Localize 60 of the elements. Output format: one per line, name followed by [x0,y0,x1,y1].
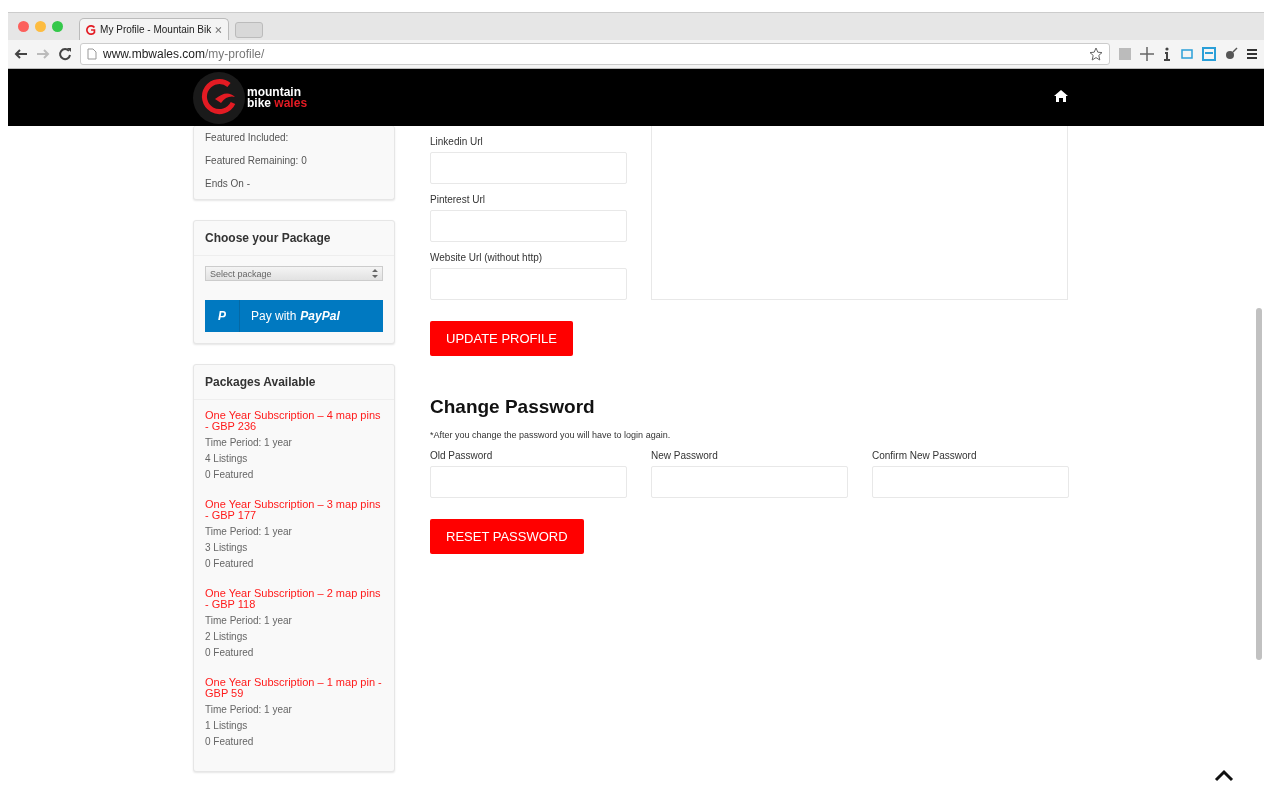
card-title: Choose your Package [194,221,394,256]
maximize-window-button[interactable] [52,21,63,32]
extension-icon[interactable] [1118,47,1132,61]
package-link[interactable]: One Year Subscription – 2 map pins - GBP 118 [205,588,383,610]
forward-icon[interactable] [36,47,50,61]
minimize-window-button[interactable] [35,21,46,32]
package-period: Time Period: 1 year [205,437,293,448]
url-text: www.mbwales.com/my-profile/ [103,47,265,61]
package-period: Time Period: 1 year [205,615,293,626]
password-note: *After you change the password you will have to login again. [430,430,672,440]
package-select[interactable]: Select package [205,266,383,281]
star-icon[interactable] [1089,47,1103,61]
field-label: Confirm New Password [872,450,978,461]
close-icon[interactable] [215,25,222,34]
package-period: Time Period: 1 year [205,526,293,537]
logo-text[interactable]: mountain bike wales [247,86,308,109]
new-tab-button[interactable] [235,22,263,38]
crosshair-icon[interactable] [1140,47,1154,61]
reset-password-button[interactable]: RESET PASSWORD [430,519,584,554]
package-featured: 0 Featured [205,736,255,747]
favicon-icon [86,23,97,36]
address-bar[interactable]: www.mbwales.com/my-profile/ [80,43,1110,65]
package-listings: 2 Listings [205,631,249,642]
home-icon[interactable] [1053,89,1069,103]
field-label: Old Password [430,450,494,461]
package-listings: 1 Listings [205,720,249,731]
reload-icon[interactable] [58,47,72,61]
page-icon [87,48,97,60]
package-listings: 3 Listings [205,542,249,553]
section-heading: Change Password [430,396,596,418]
package-link[interactable]: One Year Subscription – 4 map pins - GBP 236 [205,410,383,432]
field-label: Website Url (without http) [430,252,544,263]
field-label: Pinterest Url [430,194,486,205]
account-detail: Featured Remaining: 0 [205,155,308,166]
package-period: Time Period: 1 year [205,704,293,715]
browser-tab[interactable]: My Profile - Mountain Bik [79,18,229,40]
close-window-button[interactable] [18,21,29,32]
account-detail: Ends On - [205,178,252,189]
scrollbar-thumb[interactable] [1256,308,1262,660]
package-featured: 0 Featured [205,558,255,569]
account-detail: Featured Included: [205,132,290,143]
chevron-up-icon[interactable] [1214,768,1234,782]
field-label: Linkedin Url [430,136,484,147]
package-link[interactable]: One Year Subscription – 3 map pins - GBP 177 [205,499,383,521]
window-icon[interactable] [1202,47,1216,61]
info-icon[interactable] [1162,47,1172,61]
field-label: New Password [651,450,719,461]
back-icon[interactable] [14,47,28,61]
card-title: Packages Available [194,365,394,400]
menu-icon[interactable] [1246,48,1258,60]
update-profile-button[interactable]: UPDATE PROFILE [430,321,573,356]
package-listings: 4 Listings [205,453,249,464]
package-featured: 0 Featured [205,647,255,658]
bug-icon[interactable] [1224,47,1238,61]
paypal-button[interactable]: P Pay with PayPal [205,300,383,332]
frame-icon[interactable] [1180,47,1194,61]
select-arrows-icon [372,269,378,278]
package-link[interactable]: One Year Subscription – 1 map pin - GBP 59 [205,677,383,699]
logo-icon[interactable] [193,70,245,125]
package-featured: 0 Featured [205,469,255,480]
